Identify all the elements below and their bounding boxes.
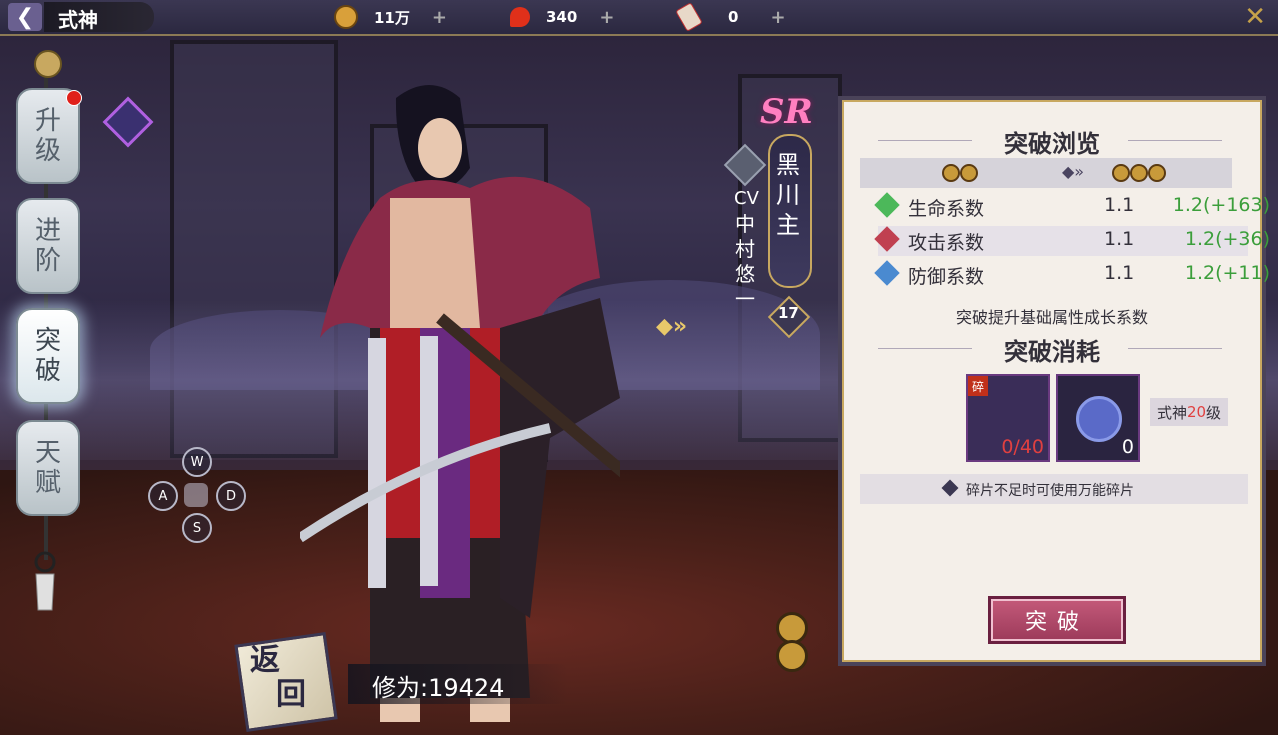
pentagram-icon	[1076, 396, 1122, 442]
gold-coin-icon	[334, 5, 358, 29]
notification-dot	[66, 90, 82, 106]
tab-upgrade-label-top: 升	[34, 106, 61, 136]
stat-note: 突破提升基础属性成长系数	[955, 308, 1148, 327]
stat-current: 1.1	[1104, 228, 1135, 250]
shikigami-level: 17	[778, 304, 799, 322]
defense-icon	[874, 260, 900, 286]
stat-current: 1.1	[1104, 194, 1135, 216]
key-d[interactable]: D	[216, 481, 246, 511]
key-s[interactable]: S	[182, 513, 212, 543]
charm-icon	[34, 50, 62, 78]
tip-diamond-icon	[941, 479, 959, 497]
dpad-center	[184, 483, 208, 507]
stat-row-defense: 防御系数 1.1 1.2(+11)	[874, 260, 1270, 290]
breakthrough-panel: 突破浏览 ◆» 生命系数 1.1 1.2(+163) 攻击系数 1.1 1.2(…	[838, 96, 1270, 666]
preview-title: 突破浏览	[1004, 129, 1100, 158]
coin-value: 11万	[374, 8, 410, 27]
top-bar: ❮ 式神 11万 + 340 + 0 + ✕	[0, 0, 1278, 36]
cultivation-bar: 修为:19424	[348, 664, 568, 704]
resource-coin[interactable]: 11万 +	[334, 5, 447, 29]
stat-next: 1.2(+36)	[1184, 228, 1270, 250]
requirement-suffix: 级	[1206, 403, 1222, 422]
return-label-bottom: 回	[276, 677, 306, 712]
talisman-ticket-icon	[675, 2, 703, 32]
breakthrough-button[interactable]: 突破	[988, 596, 1126, 644]
tab-advance-label-top: 进	[34, 216, 61, 246]
cost-title: 突破消耗	[1004, 337, 1100, 366]
magatama-icon	[510, 7, 530, 27]
tassel-icon	[34, 551, 56, 611]
resource-magatama[interactable]: 340 +	[510, 6, 614, 28]
cultivation-value: 修为:19424	[372, 674, 505, 702]
star-comparison-row: ◆»	[860, 158, 1232, 188]
movement-dpad[interactable]: W A D S	[148, 447, 246, 543]
close-icon[interactable]: ✕	[1244, 2, 1266, 32]
tab-talent-label-top: 天	[34, 438, 61, 468]
star-token-icon[interactable]	[776, 640, 808, 672]
star-icon	[1112, 164, 1130, 182]
requirement-prefix: 式神	[1156, 403, 1187, 422]
stat-next: 1.2(+163)	[1172, 194, 1270, 216]
tab-breakthrough[interactable]: 突 破	[16, 308, 80, 404]
stat-row-attack: 攻击系数 1.1 1.2(+36)	[874, 226, 1270, 256]
tab-advance-label-bottom: 阶	[34, 246, 61, 276]
level-requirement: 式神 20 级	[1150, 398, 1228, 426]
tab-advance[interactable]: 进 阶	[16, 198, 80, 294]
stat-label: 攻击系数	[908, 232, 985, 254]
key-w[interactable]: W	[182, 447, 212, 477]
shikigami-name: 黑川主	[776, 151, 800, 239]
fragment-count: 0/40	[1001, 436, 1044, 458]
coin-add-button[interactable]: +	[432, 7, 447, 28]
magatama-value: 340	[546, 8, 578, 26]
rarity-badge: SR	[760, 92, 813, 132]
stat-label: 生命系数	[908, 198, 985, 220]
universal-fragment-item[interactable]: 0	[1056, 374, 1140, 462]
magatama-add-button[interactable]: +	[599, 7, 614, 28]
cv-label: CV	[734, 188, 759, 209]
return-label-top: 返	[250, 643, 280, 678]
cv-name: 中村悠一	[735, 212, 755, 311]
star-icon	[960, 164, 978, 182]
ticket-value: 0	[728, 8, 739, 26]
tab-breakthrough-label-bottom: 破	[34, 356, 61, 386]
star-icon	[1148, 164, 1166, 182]
return-label[interactable]: 返 回	[250, 644, 320, 712]
fragment-badge: 碎	[968, 376, 988, 396]
stat-current: 1.1	[1104, 262, 1135, 284]
requirement-level: 20	[1186, 403, 1207, 421]
universal-fragment-count: 0	[1121, 436, 1134, 458]
tab-upgrade-label-bottom: 级	[34, 136, 61, 166]
stat-next: 1.2(+11)	[1184, 262, 1270, 284]
tip-text: 碎片不足时可使用万能碎片	[966, 483, 1134, 499]
tab-talent[interactable]: 天 赋	[16, 420, 80, 516]
back-arrow-icon: ❮	[15, 4, 35, 30]
page-title: 式神	[58, 8, 98, 32]
key-a[interactable]: A	[148, 481, 178, 511]
star-icon	[1130, 164, 1148, 182]
star-icon	[942, 164, 960, 182]
fragment-item[interactable]: 碎 0/40	[966, 374, 1050, 462]
shikigami-character[interactable]	[300, 78, 620, 728]
ticket-add-button[interactable]: +	[770, 7, 785, 28]
fragment-tip: 碎片不足时可使用万能碎片	[860, 474, 1248, 504]
stat-label: 防御系数	[908, 266, 985, 288]
double-arrow-icon[interactable]: ◆»	[656, 314, 702, 344]
attack-icon	[874, 226, 900, 252]
stat-row-hp: 生命系数 1.1 1.2(+163)	[874, 192, 1270, 222]
resource-ticket[interactable]: 0 +	[675, 2, 786, 32]
back-button[interactable]: ❮	[8, 3, 42, 31]
tab-talent-label-bottom: 赋	[34, 468, 61, 498]
hp-icon	[874, 192, 900, 218]
arrow-right-icon: ◆»	[1062, 162, 1085, 181]
tab-breakthrough-label-top: 突	[34, 326, 61, 356]
